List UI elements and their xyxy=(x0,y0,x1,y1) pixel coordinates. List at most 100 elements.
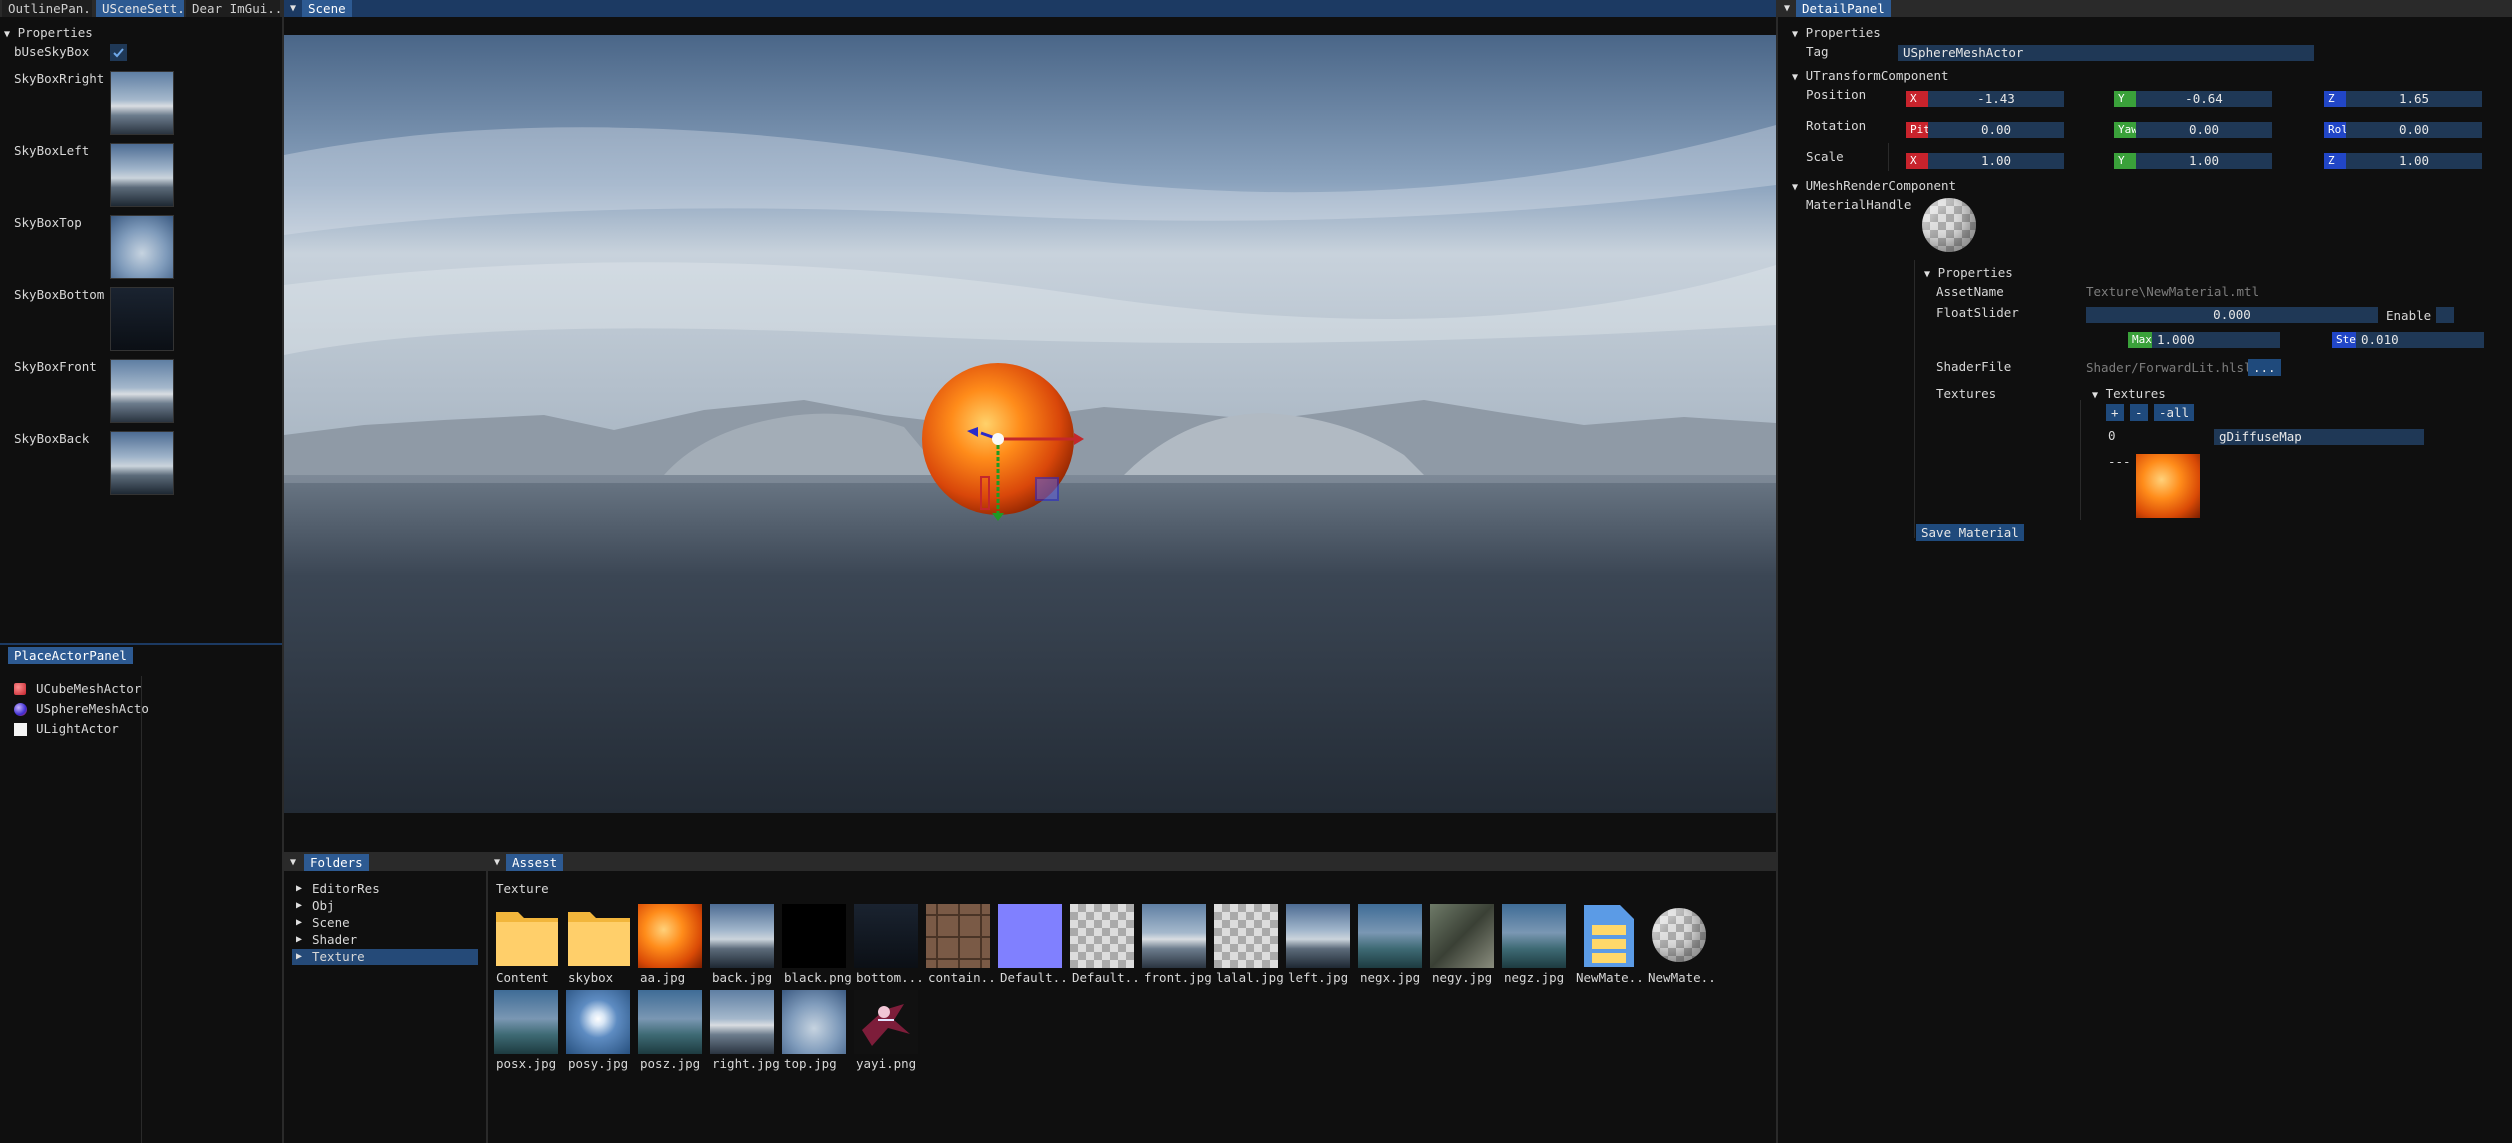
rotation-pitch-input[interactable]: 0.00 xyxy=(1928,122,2064,138)
skybox-bottom-thumbnail[interactable] xyxy=(110,287,174,351)
sphere-actor-item[interactable]: USphereMeshActo xyxy=(8,700,149,718)
asset-item-lalal[interactable]: lalal.jpg xyxy=(1214,902,1284,988)
texture-slot-input[interactable]: gDiffuseMap xyxy=(2214,429,2424,445)
tab-dear-imgui[interactable]: Dear ImGui.. xyxy=(186,0,280,17)
light-actor-item[interactable]: ULightActor xyxy=(8,720,148,738)
add-texture-button[interactable]: + xyxy=(2106,404,2124,421)
remove-texture-button[interactable]: - xyxy=(2130,404,2148,421)
asset-item-black[interactable]: black.png xyxy=(782,902,852,988)
tab-outline-panel[interactable]: OutlinePan.. xyxy=(2,0,92,17)
asset-item-content[interactable]: Content xyxy=(494,902,564,988)
asset-item-front[interactable]: front.jpg xyxy=(1142,902,1212,988)
asset-item-newmaterial-sphere[interactable]: NewMate.. xyxy=(1646,902,1716,988)
asset-item-aa[interactable]: aa.jpg xyxy=(638,902,708,988)
asset-item-skybox[interactable]: skybox xyxy=(566,902,636,988)
max-input[interactable]: 1.000 xyxy=(2152,332,2280,348)
folder-label: Shader xyxy=(312,932,358,947)
texture-slot-preview[interactable] xyxy=(2136,454,2200,518)
asset-item-yayi[interactable]: yayi.png xyxy=(854,988,924,1074)
tab-scene-settings[interactable]: USceneSett.. xyxy=(96,0,184,17)
skybox-left-thumbnail[interactable] xyxy=(110,143,174,207)
tab-assets[interactable]: Assest xyxy=(506,854,564,871)
scene-viewport[interactable] xyxy=(284,35,1776,813)
material-preview-sphere[interactable] xyxy=(1922,198,1976,252)
skybox-top-thumbnail[interactable] xyxy=(110,215,174,279)
cube-actor-item[interactable]: UCubeMeshActor xyxy=(8,680,148,698)
asset-name: front.jpg xyxy=(1144,970,1212,985)
tab-folders[interactable]: Folders xyxy=(304,854,369,871)
scale-y-input[interactable]: 1.00 xyxy=(2136,153,2272,169)
folder-item-texture[interactable]: ▶ Texture xyxy=(292,949,478,965)
asset-item-negx[interactable]: negx.jpg xyxy=(1358,902,1428,988)
asset-name: bottom... xyxy=(856,970,924,985)
asset-name: posy.jpg xyxy=(568,1056,629,1071)
skybox-back-thumbnail[interactable] xyxy=(110,431,174,495)
folder-item-shader[interactable]: ▶ Shader xyxy=(294,932,474,948)
asset-name: yayi.png xyxy=(856,1056,917,1071)
skybox-right-thumbnail[interactable] xyxy=(110,71,174,135)
asset-item-container[interactable]: contain.. xyxy=(926,902,996,988)
tab-detail-panel[interactable]: DetailPanel xyxy=(1796,0,1891,17)
transform-header[interactable]: ▼ UTransformComponent xyxy=(1792,68,1949,83)
skybox-left-label: SkyBoxLeft xyxy=(14,143,90,158)
asset-item-bottom[interactable]: bottom... xyxy=(854,902,924,988)
position-z-input[interactable]: 1.65 xyxy=(2346,91,2482,107)
material-indent-line xyxy=(1914,260,1915,538)
asset-name-value: Texture\NewMaterial.mtl xyxy=(2086,284,2260,299)
skybox-bottom-label: SkyBoxBottom xyxy=(14,287,105,302)
scene-panel: ▼ Scene xyxy=(284,0,1776,852)
use-skybox-checkbox[interactable] xyxy=(110,44,127,61)
position-x-input[interactable]: -1.43 xyxy=(1928,91,2064,107)
shader-browse-button[interactable]: ... xyxy=(2248,359,2281,376)
texture-thumbnail xyxy=(1142,904,1206,968)
asset-name: black.png xyxy=(784,970,852,985)
asset-item-default-checker[interactable]: Default.. xyxy=(1070,902,1140,988)
expand-arrow-icon: ▼ xyxy=(1792,72,1799,83)
tab-scene[interactable]: Scene xyxy=(302,0,352,17)
material-properties-header[interactable]: ▼ Properties xyxy=(1924,265,2013,280)
save-material-button[interactable]: Save Material xyxy=(1916,524,2024,541)
tab-place-actor-panel[interactable]: PlaceActorPanel xyxy=(8,647,133,664)
assets-panel: ▼ Assest Texture Content skybox aa.jpg b… xyxy=(488,852,1776,1143)
detail-properties-header[interactable]: ▼ Properties xyxy=(1792,25,1881,40)
rotation-label: Rotation xyxy=(1806,118,1867,133)
asset-name: negy.jpg xyxy=(1432,970,1493,985)
textures-tree-header[interactable]: ▼ Textures xyxy=(2092,386,2166,401)
asset-item-back[interactable]: back.jpg xyxy=(710,902,780,988)
asset-item-right[interactable]: right.jpg xyxy=(710,988,780,1074)
folder-item-obj[interactable]: ▶ Obj xyxy=(294,898,474,914)
asset-item-posx[interactable]: posx.jpg xyxy=(494,988,564,1074)
folders-menu-icon[interactable]: ▼ xyxy=(286,854,300,871)
asset-item-posz[interactable]: posz.jpg xyxy=(638,988,708,1074)
asset-item-left[interactable]: left.jpg xyxy=(1286,902,1356,988)
tag-input[interactable]: USphereMeshActor xyxy=(1898,45,2314,61)
float-slider-input[interactable]: 0.000 xyxy=(2086,307,2378,323)
skybox-front-thumbnail[interactable] xyxy=(110,359,174,423)
assets-menu-icon[interactable]: ▼ xyxy=(490,854,504,871)
assets-titlebar xyxy=(488,854,1776,871)
step-input[interactable]: 0.010 xyxy=(2356,332,2484,348)
folder-item-scene[interactable]: ▶ Scene xyxy=(294,915,474,931)
asset-item-newmaterial-file[interactable]: NewMate.. xyxy=(1574,902,1644,988)
remove-all-textures-button[interactable]: -all xyxy=(2154,404,2195,421)
detail-menu-icon[interactable]: ▼ xyxy=(1780,0,1794,17)
properties-header[interactable]: ▼ Properties xyxy=(4,25,93,40)
asset-item-negz[interactable]: negz.jpg xyxy=(1502,902,1572,988)
material-handle-label: MaterialHandle xyxy=(1806,197,1912,212)
texture-thumbnail xyxy=(1214,904,1278,968)
skybox-back-label: SkyBoxBack xyxy=(14,431,90,446)
asset-item-default-normal[interactable]: Default.. xyxy=(998,902,1068,988)
asset-item-posy[interactable]: posy.jpg xyxy=(566,988,636,1074)
folder-item-editorres[interactable]: ▶ EditorRes xyxy=(294,881,474,897)
scene-menu-icon[interactable]: ▼ xyxy=(286,0,300,17)
mesh-render-header[interactable]: ▼ UMeshRenderComponent xyxy=(1792,178,1956,193)
rotation-yaw-input[interactable]: 0.00 xyxy=(2136,122,2272,138)
rotation-roll-input[interactable]: 0.00 xyxy=(2346,122,2482,138)
enable-checkbox[interactable] xyxy=(2436,307,2454,323)
scale-x-input[interactable]: 1.00 xyxy=(1928,153,2064,169)
asset-item-negy[interactable]: negy.jpg xyxy=(1430,902,1500,988)
position-y-input[interactable]: -0.64 xyxy=(2136,91,2272,107)
scale-z-input[interactable]: 1.00 xyxy=(2346,153,2482,169)
asset-item-top[interactable]: top.jpg xyxy=(782,988,852,1074)
cube-icon xyxy=(14,683,26,695)
